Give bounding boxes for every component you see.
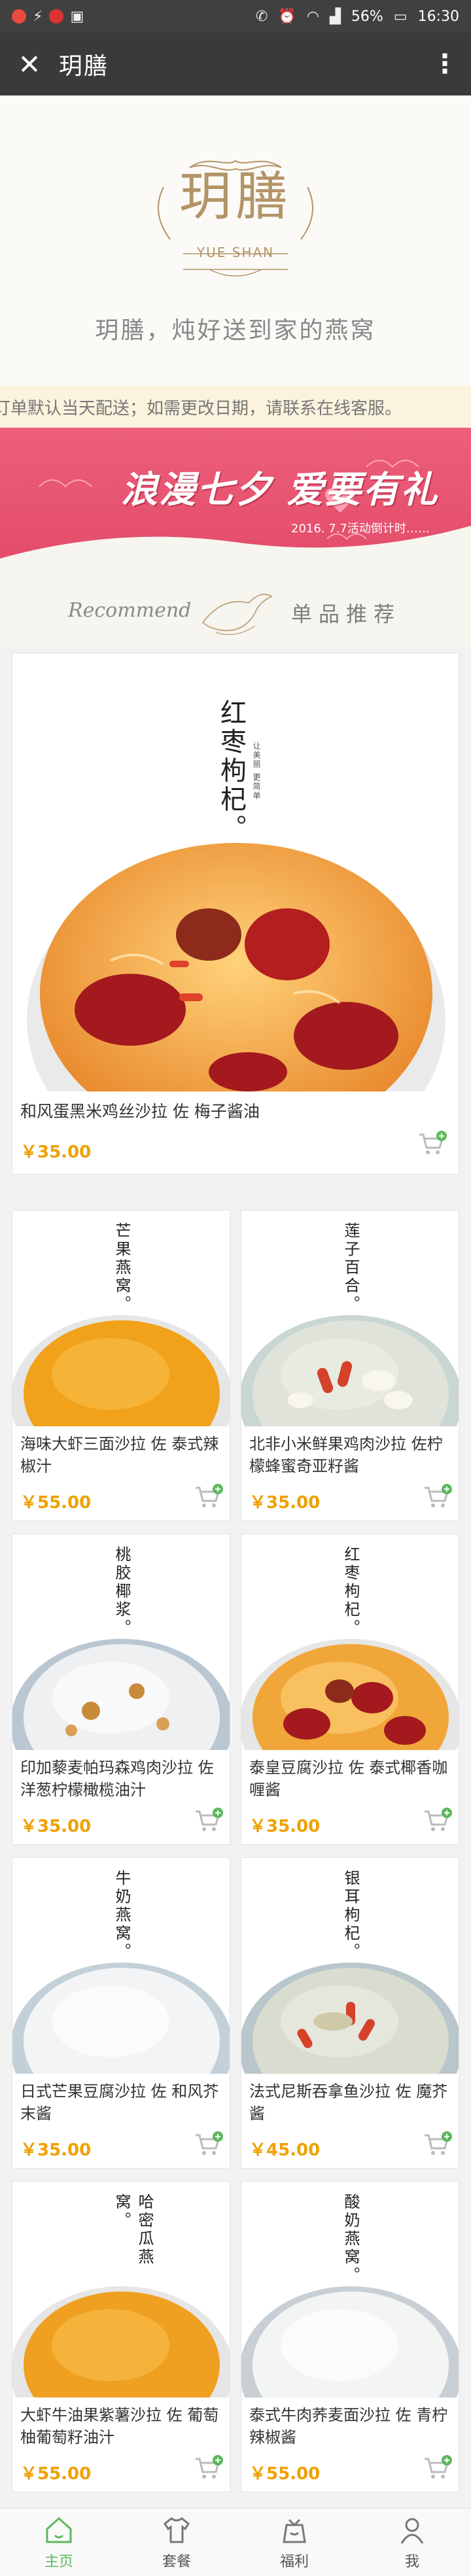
product-card[interactable]: 银耳枸杞。法式尼斯吞拿鱼沙拉 佐 魔芥酱 ￥45.00 (241, 1857, 459, 2169)
product-price: ￥55.00 (20, 2464, 92, 2484)
product-image-title: 酸奶燕窝。 (341, 2193, 360, 2285)
product-image: 芒果燕窝。 (12, 1211, 230, 1426)
product-name: 海味大虾三面沙拉 佐 泰式辣椒汁 (20, 1435, 219, 1475)
home-icon (46, 2516, 72, 2543)
add-to-cart-icon[interactable] (423, 2455, 452, 2481)
page: ⚡ ▣ ✆ ⏰ ◠ ▟ 56% ▭ 16:30 ✕ 玥膳 ⋮ 玥膳 YUE SH… (0, 0, 471, 2576)
featured-product-card[interactable]: 红枣枸杞。 让美丽 更简单 和风蛋黑米鸡丝沙拉 佐 梅子酱油 ￥35.00 (12, 653, 459, 1175)
product-image-title: 芒果燕窝。 (113, 1222, 131, 1314)
nav-benefits[interactable]: 福利 (236, 2509, 353, 2576)
product-name: 法式尼斯吞拿鱼沙拉 佐 魔芥酱 (249, 2082, 448, 2123)
product-card[interactable]: 哈密瓜燕窝。大虾牛油果紫薯沙拉 佐 葡萄柚葡萄籽油汁 ￥55.00 (12, 2181, 230, 2492)
bird-ornament-icon (201, 593, 273, 636)
product-name: 泰皇豆腐沙拉 佐 泰式椰香咖喱酱 (249, 1759, 448, 1799)
add-to-cart-icon[interactable] (423, 1484, 452, 1510)
product-price: ￥35.00 (20, 2140, 92, 2160)
product-name: 日式芒果豆腐沙拉 佐 和风芥末酱 (20, 2082, 219, 2123)
product-image: 牛奶燕窝。 (12, 1858, 230, 2074)
product-image-title: 红枣枸杞。 (341, 1546, 360, 1638)
product-price: ￥55.00 (20, 1493, 92, 1513)
product-image: 哈密瓜燕窝。 (12, 2182, 230, 2397)
gift-bag-icon (283, 2518, 306, 2543)
bolt-icon: ⚡ (33, 8, 43, 25)
product-image-title: 银耳枸杞。 (341, 1870, 360, 1961)
add-to-cart-icon[interactable] (418, 1131, 447, 1157)
product-name: 印加藜麦帕玛森鸡肉沙拉 佐洋葱柠檬橄榄油汁 (20, 1759, 214, 1799)
add-to-cart-icon[interactable] (194, 2131, 223, 2157)
nav-packages[interactable]: 套餐 (118, 2509, 236, 2576)
product-price: ￥55.00 (249, 2464, 321, 2484)
promo-banner[interactable]: 浪漫七夕 爱要有礼 2016. 7.7活动倒计时…… (0, 428, 471, 579)
product-image-title: 牛奶燕窝。 (113, 1870, 131, 1961)
add-to-cart-icon[interactable] (194, 2455, 223, 2481)
nav-me[interactable]: 我 (353, 2509, 471, 2576)
product-image-title: 哈密瓜燕窝。 (113, 2193, 154, 2267)
product-price: ￥35.00 (20, 1817, 92, 1836)
close-icon[interactable]: ✕ (0, 33, 59, 95)
nav-label-benefits: 福利 (279, 2554, 309, 2570)
app-notification-icon (12, 9, 26, 24)
notice-text: 订单默认当天配送；如需更改日期，请联系在线客服。 (0, 398, 402, 419)
product-image: 莲子百合。 (241, 1211, 459, 1426)
featured-product-image: 红枣枸杞。 让美丽 更简单 (12, 653, 459, 1091)
banner-title: 浪漫七夕 爱要有礼 (121, 469, 439, 511)
add-to-cart-icon[interactable] (194, 1484, 223, 1510)
product-card[interactable]: 红枣枸杞。泰皇豆腐沙拉 佐 泰式椰香咖喱酱 ￥35.00 (241, 1534, 459, 1845)
product-card[interactable]: 牛奶燕窝。日式芒果豆腐沙拉 佐 和风芥末酱 ￥35.00 (12, 1857, 230, 2169)
brand-header: 玥膳 YUE SHAN 玥膳，炖好送到家的燕窝 (0, 95, 471, 386)
product-image-title: 桃胶椰浆。 (113, 1546, 131, 1638)
nav-label-home: 主页 (44, 2554, 73, 2570)
product-image: 银耳枸杞。 (241, 1858, 459, 2074)
user-icon (400, 2518, 424, 2544)
nav-label-packages: 套餐 (162, 2554, 191, 2570)
product-price: ￥35.00 (249, 1493, 321, 1513)
product-card[interactable]: 酸奶燕窝。泰式牛肉荞麦面沙拉 佐 青柠辣椒酱 ￥55.00 (241, 2181, 459, 2492)
recommend-cn: 单品推荐 (291, 602, 402, 627)
product-card[interactable]: 芒果燕窝。海味大虾三面沙拉 佐 泰式辣椒汁 ￥55.00 (12, 1210, 230, 1521)
featured-image-note: 让美丽 更简单 (252, 742, 261, 800)
banner-subtitle: 2016. 7.7活动倒计时…… (291, 522, 430, 536)
logo-en: YUE SHAN (196, 245, 275, 260)
shirt-icon (164, 2517, 190, 2543)
status-bar: ⚡ ▣ ✆ ⏰ ◠ ▟ 56% ▭ 16:30 (0, 0, 471, 33)
nav-label-me: 我 (404, 2554, 419, 2570)
tagline: 玥膳，炖好送到家的燕窝 (95, 317, 376, 344)
product-card[interactable]: 桃胶椰浆。印加藜麦帕玛森鸡肉沙拉 佐洋葱柠檬橄榄油汁 ￥35.00 (12, 1534, 230, 1845)
recommend-en: Recommend (68, 599, 192, 622)
add-to-cart-icon[interactable] (423, 2131, 452, 2157)
featured-image-title: 红枣枸杞。 (216, 699, 246, 843)
wifi-icon: ◠ (306, 8, 319, 25)
add-to-cart-icon[interactable] (423, 1808, 452, 1834)
product-price: ￥35.00 (20, 1142, 92, 1162)
logo-text: 玥膳 (179, 166, 292, 227)
product-price: ￥35.00 (249, 1817, 321, 1836)
product-card[interactable]: 莲子百合。北非小米鲜果鸡肉沙拉 佐柠檬蜂蜜奇亚籽酱 ￥35.00 (241, 1210, 459, 1521)
clock: 16:30 (417, 8, 459, 25)
product-name: 和风蛋黑米鸡丝沙拉 佐 梅子酱油 (20, 1102, 260, 1121)
toolbar: ✕ 玥膳 ⋮ (0, 33, 471, 95)
page-title: 玥膳 (59, 53, 109, 80)
battery-icon: ▭ (393, 8, 408, 25)
product-price: ￥45.00 (249, 2140, 321, 2160)
product-image: 桃胶椰浆。 (12, 1534, 230, 1750)
product-name: 北非小米鲜果鸡肉沙拉 佐柠檬蜂蜜奇亚籽酱 (249, 1435, 443, 1475)
nav-home[interactable]: 主页 (0, 2509, 118, 2576)
battery-level: 56% (351, 8, 383, 25)
alert-icon (49, 9, 64, 24)
recommend-header: Recommend 单品推荐 (0, 579, 471, 647)
bottom-nav: 主页 套餐 福利 我 (0, 2508, 471, 2576)
more-vertical-icon[interactable]: ⋮ (419, 33, 471, 95)
delivery-notice: 订单默认当天配送；如需更改日期，请联系在线客服。 (0, 386, 471, 428)
vibrate-icon: ✆ (255, 8, 268, 25)
product-image: 红枣枸杞。 (241, 1534, 459, 1750)
signal-icon: ▟ (329, 8, 341, 25)
product-name: 泰式牛肉荞麦面沙拉 佐 青柠辣椒酱 (249, 2406, 448, 2447)
alarm-icon: ⏰ (278, 8, 296, 25)
product-image-title: 莲子百合。 (341, 1222, 360, 1314)
image-icon: ▣ (70, 8, 84, 25)
product-image: 酸奶燕窝。 (241, 2182, 459, 2397)
product-name: 大虾牛油果紫薯沙拉 佐 葡萄柚葡萄籽油汁 (20, 2406, 219, 2447)
add-to-cart-icon[interactable] (194, 1808, 223, 1834)
